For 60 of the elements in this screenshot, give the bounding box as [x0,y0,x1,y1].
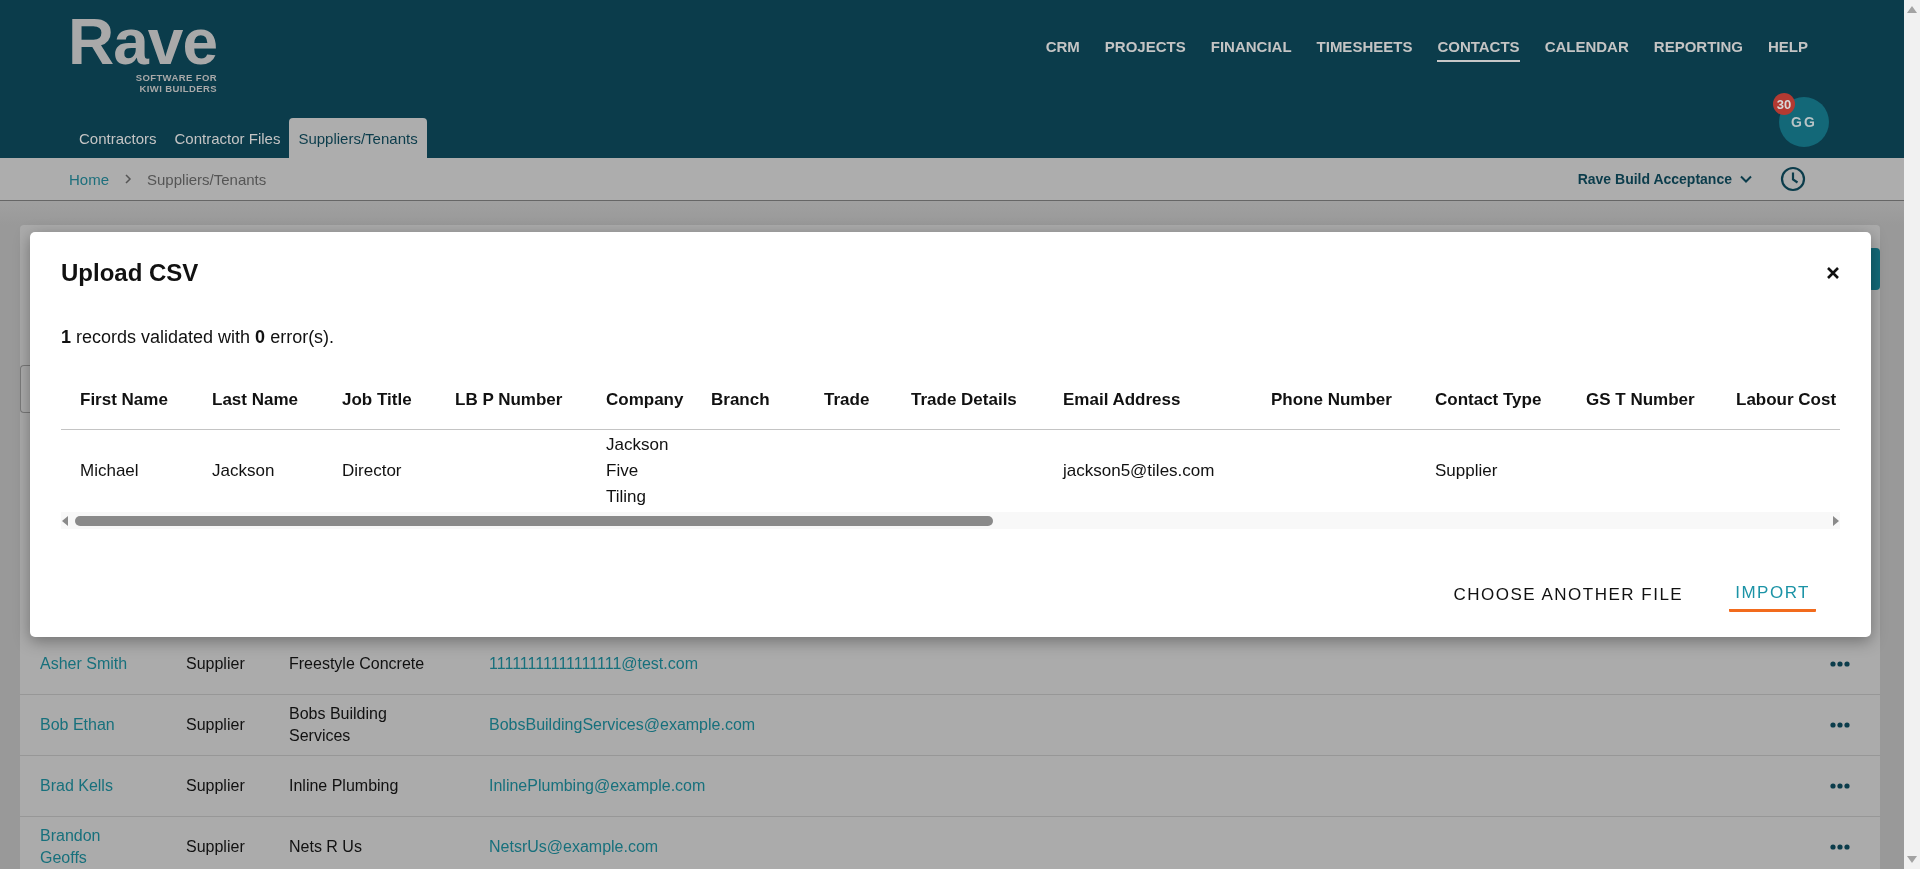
company-name: Bobs Building Services [289,704,388,746]
table-cell: Director [323,429,436,512]
nav-link[interactable]: FINANCIAL [1210,38,1292,62]
logo-tagline: KIWI BUILDERS [139,83,217,94]
more-options-icon[interactable] [1830,844,1850,850]
sub-tab[interactable]: Contractors [70,118,166,158]
nav-link[interactable]: CRM [1045,38,1080,62]
column-header: LB P Number [436,371,587,430]
table-cell: Jackson Five Tiling [587,429,692,512]
column-header: GS T Number [1567,371,1717,430]
more-options-icon[interactable] [1830,722,1850,728]
chevron-down-icon [1740,175,1752,183]
contact-type: Supplier [186,716,246,734]
table-cell: Supplier [1416,429,1567,512]
more-options-icon[interactable] [1830,661,1850,667]
column-header: Email Address [1044,371,1252,430]
scroll-right-icon[interactable] [1832,515,1840,526]
column-header: Last Name [193,371,323,430]
sub-tab[interactable]: Contractor Files [165,118,290,158]
contact-type: Supplier [186,777,246,795]
column-header: Labour Cost [1717,371,1840,430]
column-header: Phone Number [1252,371,1416,430]
column-header: Trade [805,371,892,430]
column-header: Branch [692,371,805,430]
contact-type: Supplier [186,838,246,856]
logo-wordmark: Rave [68,14,217,70]
close-icon [1826,266,1840,280]
column-header: First Name [61,371,193,430]
nav-link[interactable]: PROJECTS [1104,38,1186,62]
column-header: Contact Type [1416,371,1567,430]
company-name: Freestyle Concrete [289,654,426,674]
notification-badge: 30 [1773,93,1795,115]
contact-type: Supplier [186,655,246,673]
logo-tagline: SOFTWARE FOR [135,72,217,83]
column-header: Job Title [323,371,436,430]
table-cell: Jackson [193,429,323,512]
nav-link[interactable]: TIMESHEETS [1316,38,1413,62]
nav-link[interactable]: CONTACTS [1437,38,1520,62]
dialog-title: Upload CSV [61,259,199,287]
breadcrumb-current: Suppliers/Tenants [147,170,267,188]
nav-link[interactable]: CALENDAR [1544,38,1629,62]
column-header: Company [587,371,692,430]
input-field[interactable] [20,365,30,413]
more-options-icon[interactable] [1830,783,1850,789]
table-cell: Michael [61,429,193,512]
nav-link[interactable]: HELP [1768,38,1808,62]
chevron-right-icon [123,173,133,185]
scroll-left-icon[interactable] [61,515,69,526]
workspace-dropdown[interactable]: Rave Build Acceptance [1577,171,1752,187]
table-cell: jackson5@tiles.com [1044,429,1252,512]
scrollbar-thumb[interactable] [75,515,993,526]
column-header: Trade Details [892,371,1044,430]
sub-tab[interactable]: Suppliers/Tenants [289,118,427,158]
validation-summary: 1 records validated with 0 error(s). [61,327,336,348]
company-name: Inline Plumbing [289,776,400,796]
import-button[interactable]: IMPORT [1729,579,1816,612]
company-name: Nets R Us [289,837,363,857]
nav-link[interactable]: REPORTING [1653,38,1743,62]
clock-icon[interactable] [1780,166,1806,192]
choose-file-button[interactable]: CHOOSE ANOTHER FILE [1447,579,1690,612]
